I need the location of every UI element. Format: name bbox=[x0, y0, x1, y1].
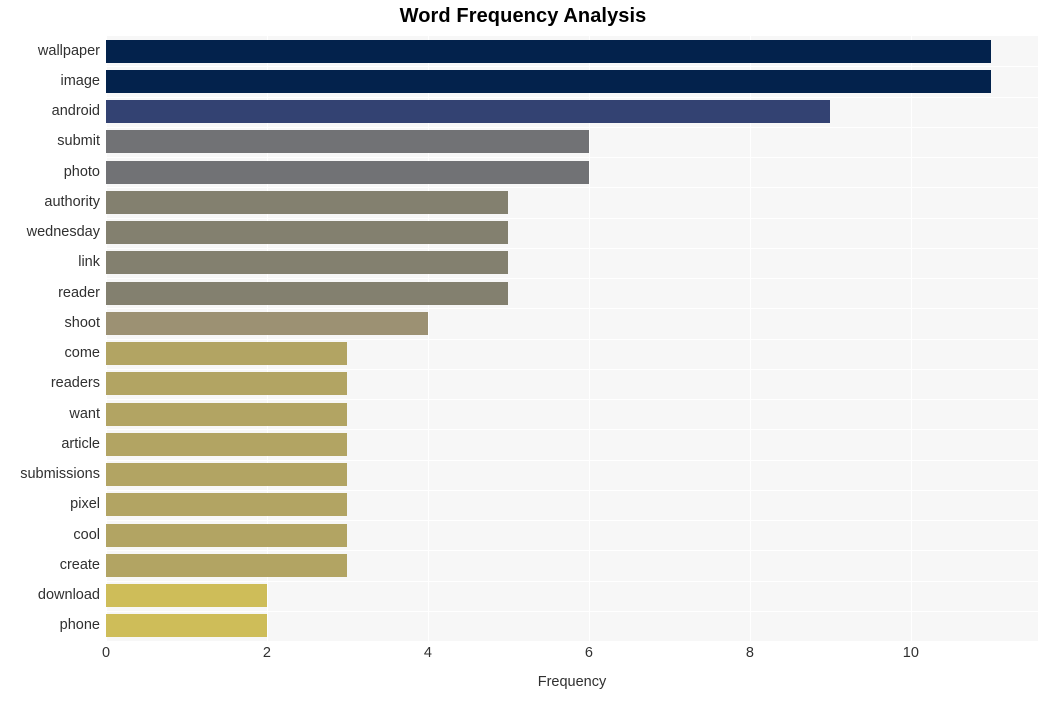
bar bbox=[106, 190, 509, 214]
bar bbox=[106, 39, 992, 63]
bar bbox=[106, 281, 509, 305]
bar bbox=[106, 251, 509, 275]
y-axis-label: authority bbox=[44, 193, 100, 210]
y-axis-label: reader bbox=[58, 284, 100, 301]
bar bbox=[106, 372, 348, 396]
bar bbox=[106, 311, 428, 335]
x-axis-tick-label: 6 bbox=[584, 645, 593, 661]
plot-area bbox=[106, 36, 1038, 641]
bar bbox=[106, 342, 348, 366]
y-axis-label: want bbox=[69, 405, 100, 422]
x-axis-tick-labels: 0 2 4 6 8 10 bbox=[0, 645, 1046, 667]
x-axis-title: Frequency bbox=[537, 674, 607, 690]
bar bbox=[106, 432, 348, 456]
bar bbox=[106, 553, 348, 577]
y-axis-label: readers bbox=[50, 375, 100, 392]
bar bbox=[106, 402, 348, 426]
y-axis-label: wednesday bbox=[26, 224, 100, 241]
y-axis-label: image bbox=[60, 72, 101, 89]
bar bbox=[106, 463, 348, 487]
y-axis-label: wallpaper bbox=[37, 42, 100, 59]
y-axis-label: article bbox=[61, 435, 100, 452]
y-axis-label: pixel bbox=[70, 496, 100, 513]
y-axis-label: download bbox=[37, 587, 100, 604]
bar bbox=[106, 100, 831, 124]
x-axis-tick-label: 8 bbox=[745, 645, 754, 661]
y-axis-labels: wallpaper image android submit photo authorit… bbox=[0, 36, 100, 641]
y-axis-label: phone bbox=[59, 617, 100, 634]
x-axis-tick-label: 2 bbox=[262, 645, 271, 661]
bar bbox=[106, 130, 589, 154]
chart-title: Word Frequency Analysis bbox=[399, 5, 647, 27]
x-axis-tick-label: 10 bbox=[902, 645, 919, 661]
x-axis-tick-label: 0 bbox=[101, 645, 111, 661]
bar bbox=[106, 69, 992, 93]
bar bbox=[106, 160, 589, 184]
bar bbox=[106, 584, 267, 608]
y-axis-label: create bbox=[59, 556, 100, 573]
bar bbox=[106, 221, 509, 245]
y-axis-label: photo bbox=[63, 163, 100, 180]
y-axis-label: come bbox=[64, 345, 100, 362]
y-axis-label: cool bbox=[73, 526, 100, 543]
bars-layer bbox=[106, 36, 1038, 641]
y-axis-label: android bbox=[51, 103, 100, 120]
bar bbox=[106, 493, 348, 517]
y-axis-label: submissions bbox=[20, 466, 100, 483]
y-axis-label: submit bbox=[57, 133, 100, 150]
y-axis-label: link bbox=[78, 254, 100, 271]
bar bbox=[106, 614, 267, 638]
word-frequency-chart: Word Frequency Analysis wallpaper image an… bbox=[0, 0, 1046, 701]
y-axis-label: shoot bbox=[64, 314, 100, 331]
x-axis-tick-label: 4 bbox=[423, 645, 432, 661]
bar bbox=[106, 523, 348, 547]
